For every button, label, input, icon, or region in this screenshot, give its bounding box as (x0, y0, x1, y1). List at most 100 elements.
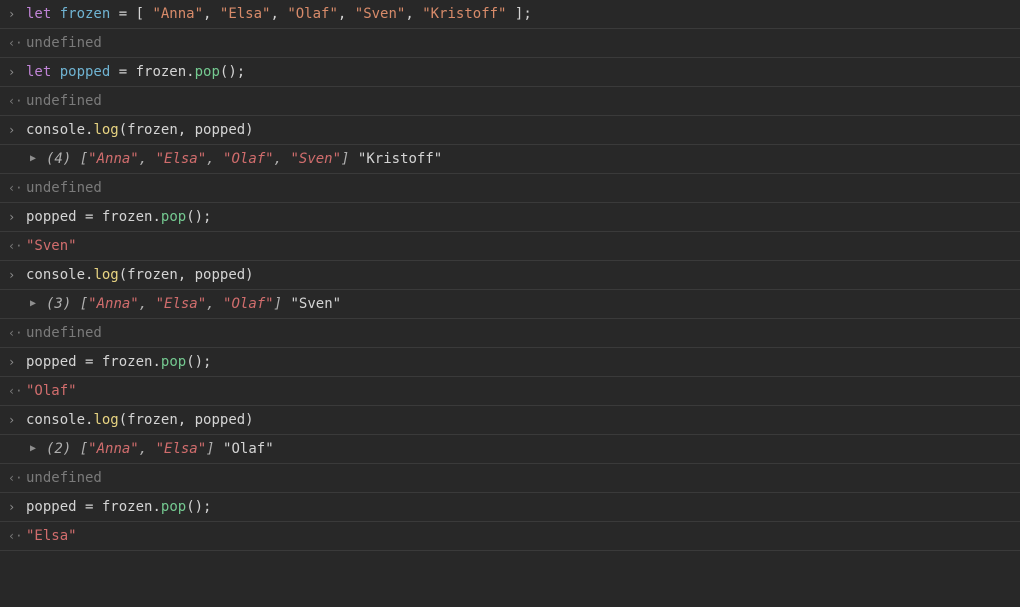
console-output-row: ‹·undefined (0, 29, 1020, 58)
code-token: (frozen, popped) (119, 122, 254, 138)
code-token: (); (220, 64, 245, 80)
code-token: "Elsa" (156, 441, 207, 457)
code-token: "Anna" (88, 151, 139, 167)
expand-icon[interactable]: ▶ (30, 440, 46, 458)
code-token: undefined (26, 93, 102, 109)
console-line-content[interactable]: popped = frozen.pop(); (26, 353, 1020, 371)
console-output-row: ‹·"Olaf" (0, 377, 1020, 406)
code-token: ] (507, 6, 524, 22)
code-token: , (203, 6, 220, 22)
console-line-content: undefined (26, 179, 1020, 197)
console-input-row: ›console.log(frozen, popped) (0, 406, 1020, 435)
code-token: frozen (102, 209, 153, 225)
console-line-content[interactable]: console.log(frozen, popped) (26, 121, 1020, 139)
console-log-row: ▶(3) ["Anna", "Elsa", "Olaf"] "Sven" (0, 290, 1020, 319)
code-token: = (77, 354, 102, 370)
console-output-row: ‹·undefined (0, 174, 1020, 203)
console-line-content[interactable]: console.log(frozen, popped) (26, 266, 1020, 284)
console-line-content[interactable]: console.log(frozen, popped) (26, 411, 1020, 429)
code-token: "Elsa" (156, 151, 207, 167)
code-token: log (93, 267, 118, 283)
code-token: . (152, 209, 160, 225)
console-line-content[interactable]: let popped = frozen.pop(); (26, 63, 1020, 81)
input-prompt-icon: › (8, 266, 26, 284)
console-output-row: ‹·undefined (0, 464, 1020, 493)
code-token: log (93, 122, 118, 138)
code-token: frozen (60, 6, 111, 22)
console-log-row: ▶(4) ["Anna", "Elsa", "Olaf", "Sven"] "K… (0, 145, 1020, 174)
console-line-content: (2) ["Anna", "Elsa"] "Olaf" (46, 440, 1020, 458)
code-token: "Olaf" (223, 296, 274, 312)
code-token: log (93, 412, 118, 428)
code-token: [ (80, 441, 88, 457)
input-prompt-icon: › (8, 498, 26, 516)
code-token: "Elsa" (156, 296, 207, 312)
code-token: undefined (26, 325, 102, 341)
code-token: (2) (46, 441, 80, 457)
expand-icon[interactable]: ▶ (30, 150, 46, 168)
console-input-row: ›popped = frozen.pop(); (0, 493, 1020, 522)
code-token: (); (186, 499, 211, 515)
code-token: console (26, 267, 85, 283)
code-token: [ (80, 296, 88, 312)
code-token: pop (161, 209, 186, 225)
input-prompt-icon: › (8, 121, 26, 139)
console-line-content: (3) ["Anna", "Elsa", "Olaf"] "Sven" (46, 295, 1020, 313)
code-token: , (405, 6, 422, 22)
input-prompt-icon: › (8, 353, 26, 371)
code-token: "Sven" (290, 296, 341, 312)
console-line-content: (4) ["Anna", "Elsa", "Olaf", "Sven"] "Kr… (46, 150, 1020, 168)
code-token: (3) (46, 296, 80, 312)
code-token: frozen (136, 64, 187, 80)
code-token: . (186, 64, 194, 80)
code-token: frozen (102, 354, 153, 370)
console-line-content: "Sven" (26, 237, 1020, 255)
code-token: "Anna" (152, 6, 203, 22)
code-token: popped (26, 354, 77, 370)
code-token: , (139, 296, 156, 312)
code-token: = (110, 64, 135, 80)
code-token: "Kristoff" (358, 151, 442, 167)
console-line-content[interactable]: popped = frozen.pop(); (26, 498, 1020, 516)
devtools-console[interactable]: ›let frozen = [ "Anna", "Elsa", "Olaf", … (0, 0, 1020, 551)
code-token: "Anna" (88, 441, 139, 457)
input-prompt-icon: › (8, 208, 26, 226)
code-token: . (152, 354, 160, 370)
expand-icon[interactable]: ▶ (30, 295, 46, 313)
code-token: ] (206, 441, 214, 457)
code-token: popped (60, 64, 111, 80)
console-line-content: undefined (26, 34, 1020, 52)
console-line-content[interactable]: let frozen = [ "Anna", "Elsa", "Olaf", "… (26, 5, 1020, 23)
code-token: let (26, 64, 60, 80)
code-token: (); (186, 354, 211, 370)
code-token: "Elsa" (26, 528, 77, 544)
code-token: , (274, 151, 291, 167)
console-input-row: ›let popped = frozen.pop(); (0, 58, 1020, 87)
console-input-row: ›popped = frozen.pop(); (0, 203, 1020, 232)
output-prompt-icon: ‹· (8, 237, 26, 255)
code-token: "Sven" (355, 6, 406, 22)
output-prompt-icon: ‹· (8, 179, 26, 197)
code-token: "Sven" (290, 151, 341, 167)
code-token: frozen (102, 499, 153, 515)
console-output-row: ‹·"Sven" (0, 232, 1020, 261)
code-token: pop (161, 499, 186, 515)
output-prompt-icon: ‹· (8, 324, 26, 342)
code-token: undefined (26, 470, 102, 486)
code-token: "Olaf" (287, 6, 338, 22)
code-token: [ (136, 6, 153, 22)
console-output-row: ‹·"Elsa" (0, 522, 1020, 551)
console-output-row: ‹·undefined (0, 319, 1020, 348)
code-token: , (139, 151, 156, 167)
console-line-content: "Olaf" (26, 382, 1020, 400)
code-token: (4) (46, 151, 80, 167)
console-line-content[interactable]: popped = frozen.pop(); (26, 208, 1020, 226)
code-token: pop (161, 354, 186, 370)
input-prompt-icon: › (8, 411, 26, 429)
input-prompt-icon: › (8, 5, 26, 23)
code-token: "Anna" (88, 296, 139, 312)
console-line-content: undefined (26, 92, 1020, 110)
code-token: , (270, 6, 287, 22)
code-token: = (77, 209, 102, 225)
code-token: , (338, 6, 355, 22)
